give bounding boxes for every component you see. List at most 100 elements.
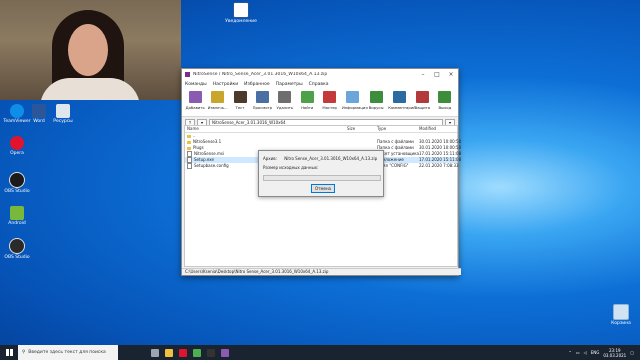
start-button[interactable] [0,345,18,360]
toolbar-button-label: Просмотр [252,105,273,110]
winrar-icon [221,348,229,357]
size-label: Размер исходных данных: [263,165,319,170]
toolbar-button[interactable]: Информация [342,90,368,114]
person-face [68,24,108,76]
toolbar-icon [188,91,202,103]
desktop-icon-label: Ресурсы [53,119,73,124]
toolbar-button[interactable]: Удалить [275,90,295,114]
file-modified: 22.01.2020 7:08:33 [419,163,459,168]
winrar-icon [185,72,190,77]
column-modified[interactable]: Modified [419,126,457,132]
file-icon [187,163,192,169]
windows-logo-icon [5,349,13,356]
toolbar-button[interactable]: Добавить [185,90,205,114]
search-placeholder: Введите здесь текст для поиска [28,350,106,355]
window-title: NitroSense / Nitro_Sense_Acer_3.01.3016_… [193,72,328,77]
toolbar-button[interactable]: Просмотр [252,90,272,114]
toolbar-icon [392,91,406,103]
folder-icon [56,104,70,118]
desktop-icon-label: Корзина [611,321,631,326]
taskbar-app-chrome[interactable] [190,345,204,360]
taskbar-apps [148,345,232,360]
network-icon[interactable]: ▭ [576,350,580,355]
desktop-icon-label: Opera [10,151,24,156]
tray-chevron-icon[interactable]: ⌃ [568,350,571,355]
maximize-button[interactable]: □ [430,69,444,80]
folder-icon [187,146,191,150]
extract-progress-dialog: Архив: Nitro Sense_Acer_3.01.3016_W10x64… [258,150,384,197]
toolbar-button[interactable]: Защита [412,90,432,114]
toolbar-button[interactable]: Тест [230,90,250,114]
toolbar-button[interactable]: Найти [297,90,317,114]
android-icon [10,206,24,220]
taskbar-app-opera[interactable] [176,345,190,360]
desktop-file-icon[interactable]: Уведомление [224,2,258,24]
word-icon [32,104,46,118]
desktop-icon-obs-2[interactable]: OBS Studio [0,238,34,260]
taskbar-app-explorer[interactable] [162,345,176,360]
toolbar-icon [255,91,269,103]
toolbar-button[interactable]: Извлечь... [207,90,228,114]
webcam-overlay [0,0,181,100]
toolbar-icon [233,91,247,103]
menu-favorites[interactable]: Избранное [244,82,270,87]
system-tray: ⌃ ▭ ◁ ENG 23:19 03.03.2021 ▢ [568,348,640,358]
desktop-icon-resources[interactable]: Ресурсы [46,104,80,124]
cancel-button[interactable]: Отмена [311,184,335,193]
column-size[interactable]: Size [347,126,377,132]
archive-value: Nitro Sense_Acer_3.01.3016_W10x64_A.13.z… [284,156,378,161]
archive-label: Архив: [263,156,277,161]
taskbar-search[interactable]: ⚲ Введите здесь текст для поиска [18,345,118,360]
menu-settings[interactable]: Настройки [213,82,238,87]
toolbar-button-label: Защита [414,105,431,110]
toolbar-icon [346,91,360,103]
clock[interactable]: 23:19 03.03.2021 [603,348,626,358]
toolbar-button[interactable]: Мастер [319,90,339,114]
toolbar-button[interactable]: Выход [435,90,455,114]
desktop-icon-android[interactable]: Android [0,206,34,226]
status-bar: C:\Users\Ksenia\Desktop\Nitro Sense_Acer… [182,268,461,275]
toolbar-button-label: Найти [301,105,314,110]
toolbar-button-label: Извлечь... [207,105,228,110]
menu-help[interactable]: Справка [309,82,329,87]
column-type[interactable]: Type [377,126,419,132]
volume-icon[interactable]: ◁ [584,350,587,355]
toolbar-icon [278,91,292,103]
menu-parameters[interactable]: Параметры [276,82,303,87]
close-button[interactable]: × [444,69,458,80]
desktop-icon-opera[interactable]: Opera [0,136,34,156]
toolbar-button[interactable]: Вирусы [366,90,386,114]
column-name[interactable]: Name [185,126,347,132]
taskbar-app-winrar[interactable] [218,345,232,360]
window-titlebar[interactable]: NitroSense / Nitro_Sense_Acer_3.01.3016_… [182,69,458,80]
toolbar-icon [369,91,383,103]
menu-commands[interactable]: Команды [185,82,207,87]
search-icon: ⚲ [22,350,26,355]
toolbar-icon [323,91,337,103]
toolbar-button-label: Мастер [322,105,337,110]
toolbar-button-label: Вирусы [368,105,384,110]
obs-icon [9,238,25,254]
toolbar-button[interactable]: Комментарий [388,90,416,114]
desktop-icon-label: Android [8,221,26,226]
desktop-icon-recycle-bin[interactable]: Корзина [604,304,638,326]
taskbar-app-task-view[interactable] [148,345,162,360]
toolbar-icon [415,91,429,103]
opera-icon [10,136,24,150]
progress-bar [263,175,381,181]
archive-row: Архив: Nitro Sense_Acer_3.01.3016_W10x64… [263,156,377,161]
obs-icon [9,172,25,188]
obs-icon [207,348,215,357]
chrome-icon [193,348,201,357]
toolbar-button-label: Комментарий [388,105,416,110]
minimize-button[interactable]: – [416,69,430,80]
desktop-icon-label: OBS Studio [4,255,30,260]
language-indicator[interactable]: ENG [591,350,600,355]
toolbar-icon [300,91,314,103]
desktop-icon-obs-1[interactable]: OBS Studio [0,172,34,194]
toolbar-button-label: Удалить [276,105,294,110]
word-document-icon [233,2,249,18]
taskbar-app-obs[interactable] [204,345,218,360]
opera-icon [179,348,187,357]
notifications-icon[interactable]: ▢ [630,350,634,355]
